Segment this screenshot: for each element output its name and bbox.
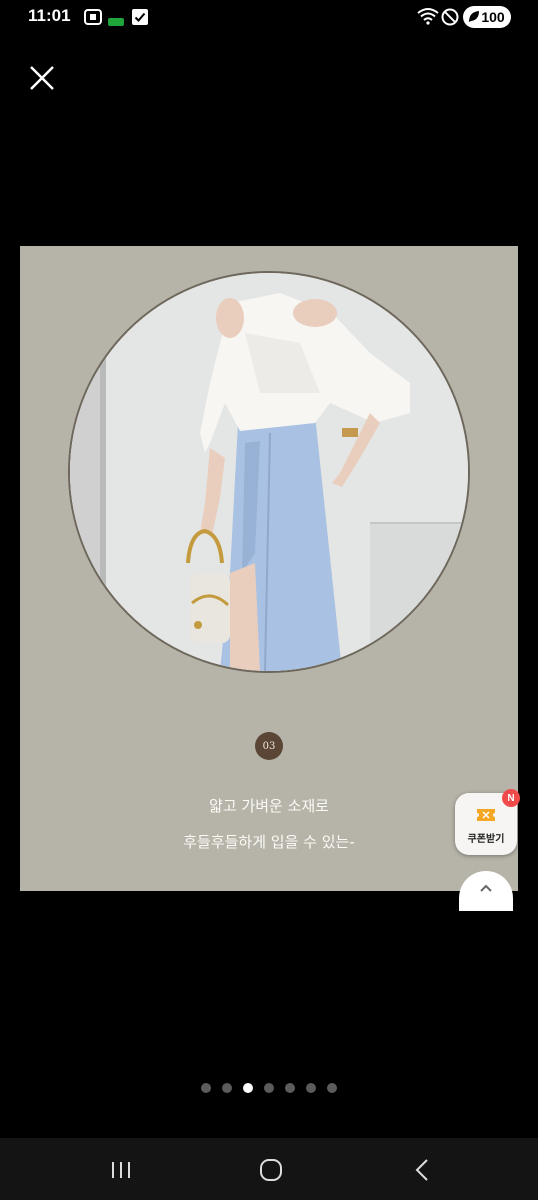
coupon-label: 쿠폰받기 [467, 834, 505, 845]
close-icon [30, 66, 54, 90]
page-dot[interactable] [285, 1083, 295, 1093]
new-badge: N [502, 789, 520, 807]
wifi-icon [417, 7, 439, 25]
screenshot-icon [84, 9, 102, 25]
data-saver-icon [108, 12, 124, 28]
page-dot[interactable] [327, 1083, 337, 1093]
page-dot[interactable] [201, 1083, 211, 1093]
power-saving-leaf-icon [468, 10, 480, 27]
page-dot-active[interactable] [243, 1083, 253, 1093]
battery-level: 100 [481, 9, 505, 25]
step-number-badge: 03 [255, 732, 283, 760]
home-icon [260, 1159, 282, 1181]
battery-icon: 100 [463, 6, 511, 28]
close-button[interactable] [26, 62, 58, 94]
page-dot[interactable] [222, 1083, 232, 1093]
home-button[interactable] [256, 1155, 286, 1185]
back-icon [415, 1159, 428, 1181]
page-dot[interactable] [264, 1083, 274, 1093]
product-photo [68, 271, 470, 673]
coupon-button[interactable]: 쿠폰받기 N [455, 789, 520, 855]
model-photo-illustration [70, 273, 468, 671]
recent-apps-button[interactable] [106, 1155, 136, 1185]
caption-line-1: 얇고 가벼운 소재로 [209, 797, 329, 815]
coupon-ticket-icon [476, 807, 496, 827]
status-bar: 11:01 100 [0, 0, 538, 36]
recent-apps-icon [112, 1162, 130, 1178]
page-indicator [0, 1083, 538, 1093]
checkbox-icon [132, 9, 148, 25]
status-time: 11:01 [28, 6, 71, 25]
caption-line-2: 후들후들하게 입을 수 있는- [183, 833, 355, 851]
page-dot[interactable] [306, 1083, 316, 1093]
do-not-disturb-icon [441, 8, 459, 26]
product-image-viewer[interactable]: 03 얇고 가벼운 소재로 후들후들하게 입을 수 있는- [20, 246, 518, 891]
back-button[interactable] [408, 1155, 438, 1185]
navigation-bar [0, 1138, 538, 1200]
